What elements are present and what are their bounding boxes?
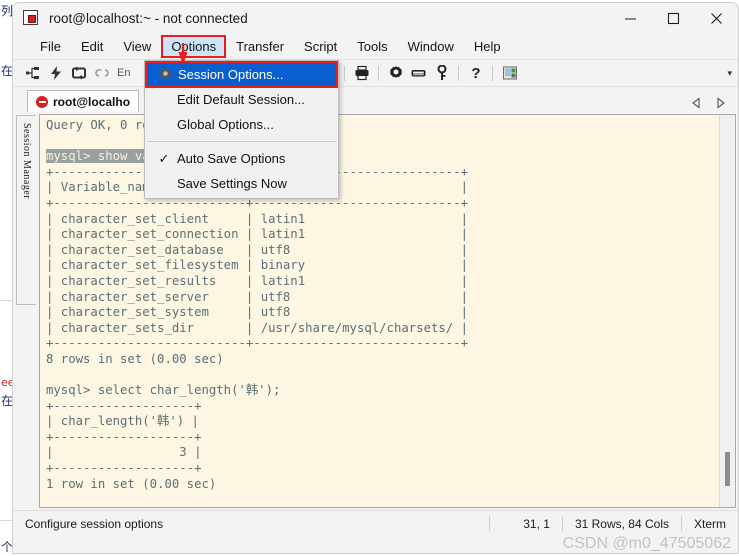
connect-icon[interactable] [21, 62, 44, 84]
menu-help[interactable]: Help [465, 36, 510, 57]
status-terminal-size: 31 Rows, 84 Cols [561, 516, 681, 531]
window-controls [609, 3, 738, 34]
reconnect-icon[interactable] [67, 62, 90, 84]
menu-item-save-settings-now[interactable]: Save Settings Now [145, 171, 338, 196]
menu-script[interactable]: Script [295, 36, 346, 57]
status-emulation: Xterm [680, 516, 738, 531]
tab-scroll-arrows [691, 97, 726, 109]
gear-icon [154, 67, 176, 82]
status-cursor-position: 31, 1 [488, 516, 562, 531]
status-bar: Configure session options 31, 1 31 Rows,… [13, 510, 738, 536]
menu-item-label: Edit Default Session... [177, 92, 305, 107]
log-session-icon[interactable] [498, 62, 521, 84]
terminal-line: | character_set_results | latin1 | [46, 273, 468, 288]
menu-edit[interactable]: Edit [72, 36, 112, 57]
menu-bar: File Edit View Options Transfer Script T… [13, 34, 738, 59]
toolbar: En ? ▾ [13, 59, 738, 86]
terminal-line: 8 rows in set (0.00 sec) [46, 351, 224, 366]
toolbar-separator-5 [492, 65, 494, 81]
watermark: CSDN @m0_47505062 [562, 535, 731, 552]
menu-tools[interactable]: Tools [348, 36, 396, 57]
menu-view[interactable]: View [114, 36, 160, 57]
menu-item-global-options[interactable]: Global Options... [145, 112, 338, 137]
menu-window[interactable]: Window [399, 36, 463, 57]
menu-file[interactable]: File [31, 36, 70, 57]
terminal-line: +-------------------+ [46, 429, 202, 444]
key-icon[interactable] [430, 62, 453, 84]
menu-item-label: Global Options... [177, 117, 274, 132]
window-title: root@localhost:~ - not connected [49, 11, 248, 26]
menu-options[interactable]: Options [161, 35, 227, 58]
terminal-line: | character_set_system | utf8 | [46, 305, 468, 320]
menu-item-session-options[interactable]: Session Options... [145, 61, 338, 88]
menu-item-edit-default-session[interactable]: Edit Default Session... [145, 87, 338, 112]
disconnect-icon[interactable] [90, 62, 113, 84]
minimize-icon[interactable] [609, 3, 652, 34]
toolbar-separator-4 [458, 65, 460, 81]
check-icon: ✓ [158, 150, 170, 166]
tab-label: root@localho [53, 94, 131, 109]
session-options-gear-icon[interactable] [384, 62, 407, 84]
quick-connect-icon[interactable] [44, 62, 67, 84]
status-message: Configure session options [25, 516, 164, 531]
terminal-line: 1 row in set (0.00 sec) [46, 476, 217, 491]
menu-item-label: Session Options... [178, 67, 284, 82]
session-manager-label: Session Manager [21, 123, 32, 200]
right-arrow-icon[interactable] [715, 97, 726, 109]
menu-item-label: Save Settings Now [177, 176, 287, 191]
body-area: Session Manager Query OK, 0 rows affecte… [13, 112, 738, 510]
close-icon[interactable] [695, 3, 738, 34]
toolbar-overflow-chevron-icon[interactable]: ▾ [727, 68, 732, 79]
disconnected-icon [36, 95, 48, 108]
terminal-line: | character_set_server | utf8 | [46, 289, 468, 304]
menu-item-label: Auto Save Options [177, 151, 286, 166]
main-window: root@localhost:~ - not connected File Ed… [12, 2, 739, 554]
print-icon[interactable] [350, 62, 373, 84]
scrollbar-thumb[interactable] [725, 452, 730, 486]
terminal-line: | 3 | [46, 445, 202, 460]
terminal-window-icon [23, 10, 40, 27]
title-bar: root@localhost:~ - not connected [13, 3, 738, 34]
app-root: 列 在 ee 在 个 root@localhost:~ - not connec… [0, 0, 739, 556]
toolbar-separator-3 [378, 65, 380, 81]
left-arrow-icon[interactable] [691, 97, 702, 109]
terminal-line: mysql> select char_length('韩'); [46, 383, 281, 398]
menu-item-auto-save-options[interactable]: ✓ Auto Save Options [145, 146, 338, 171]
terminal-line: | character_sets_dir | /usr/share/mysql/… [46, 320, 468, 335]
keymap-editor-icon[interactable] [407, 62, 430, 84]
terminal-scrollbar[interactable] [719, 115, 735, 507]
menu-separator [147, 141, 336, 142]
terminal-line: | character_set_client | latin1 | [46, 211, 468, 226]
options-dropdown-menu[interactable]: Session Options... Edit Default Session.… [144, 60, 339, 199]
session-manager-panel[interactable]: Session Manager [16, 115, 36, 305]
tab-strip: root@localho [13, 86, 738, 112]
terminal-line: | character_set_filesystem | binary | [46, 258, 468, 273]
terminal-line: +-------------------+ [46, 461, 202, 476]
svg-text:?: ? [471, 65, 480, 81]
terminal-output[interactable]: Query OK, 0 rows affected (0.00 sec) mys… [40, 115, 719, 507]
menu-transfer[interactable]: Transfer [227, 36, 293, 57]
terminal-line: +-------------------+ [46, 398, 202, 413]
toolbar-separator-2 [344, 65, 346, 81]
terminal-line: +--------------------------+------------… [46, 336, 468, 351]
terminal-line: | character_set_database | utf8 | [46, 242, 468, 257]
terminal-line: | char_length('韩') | [46, 414, 199, 429]
toolbar-text-label: En [117, 67, 131, 79]
maximize-icon[interactable] [652, 3, 695, 34]
tab-root-localhost[interactable]: root@localho [27, 90, 140, 112]
help-icon[interactable]: ? [464, 62, 487, 84]
terminal-line: | character_set_connection | latin1 | [46, 227, 468, 242]
